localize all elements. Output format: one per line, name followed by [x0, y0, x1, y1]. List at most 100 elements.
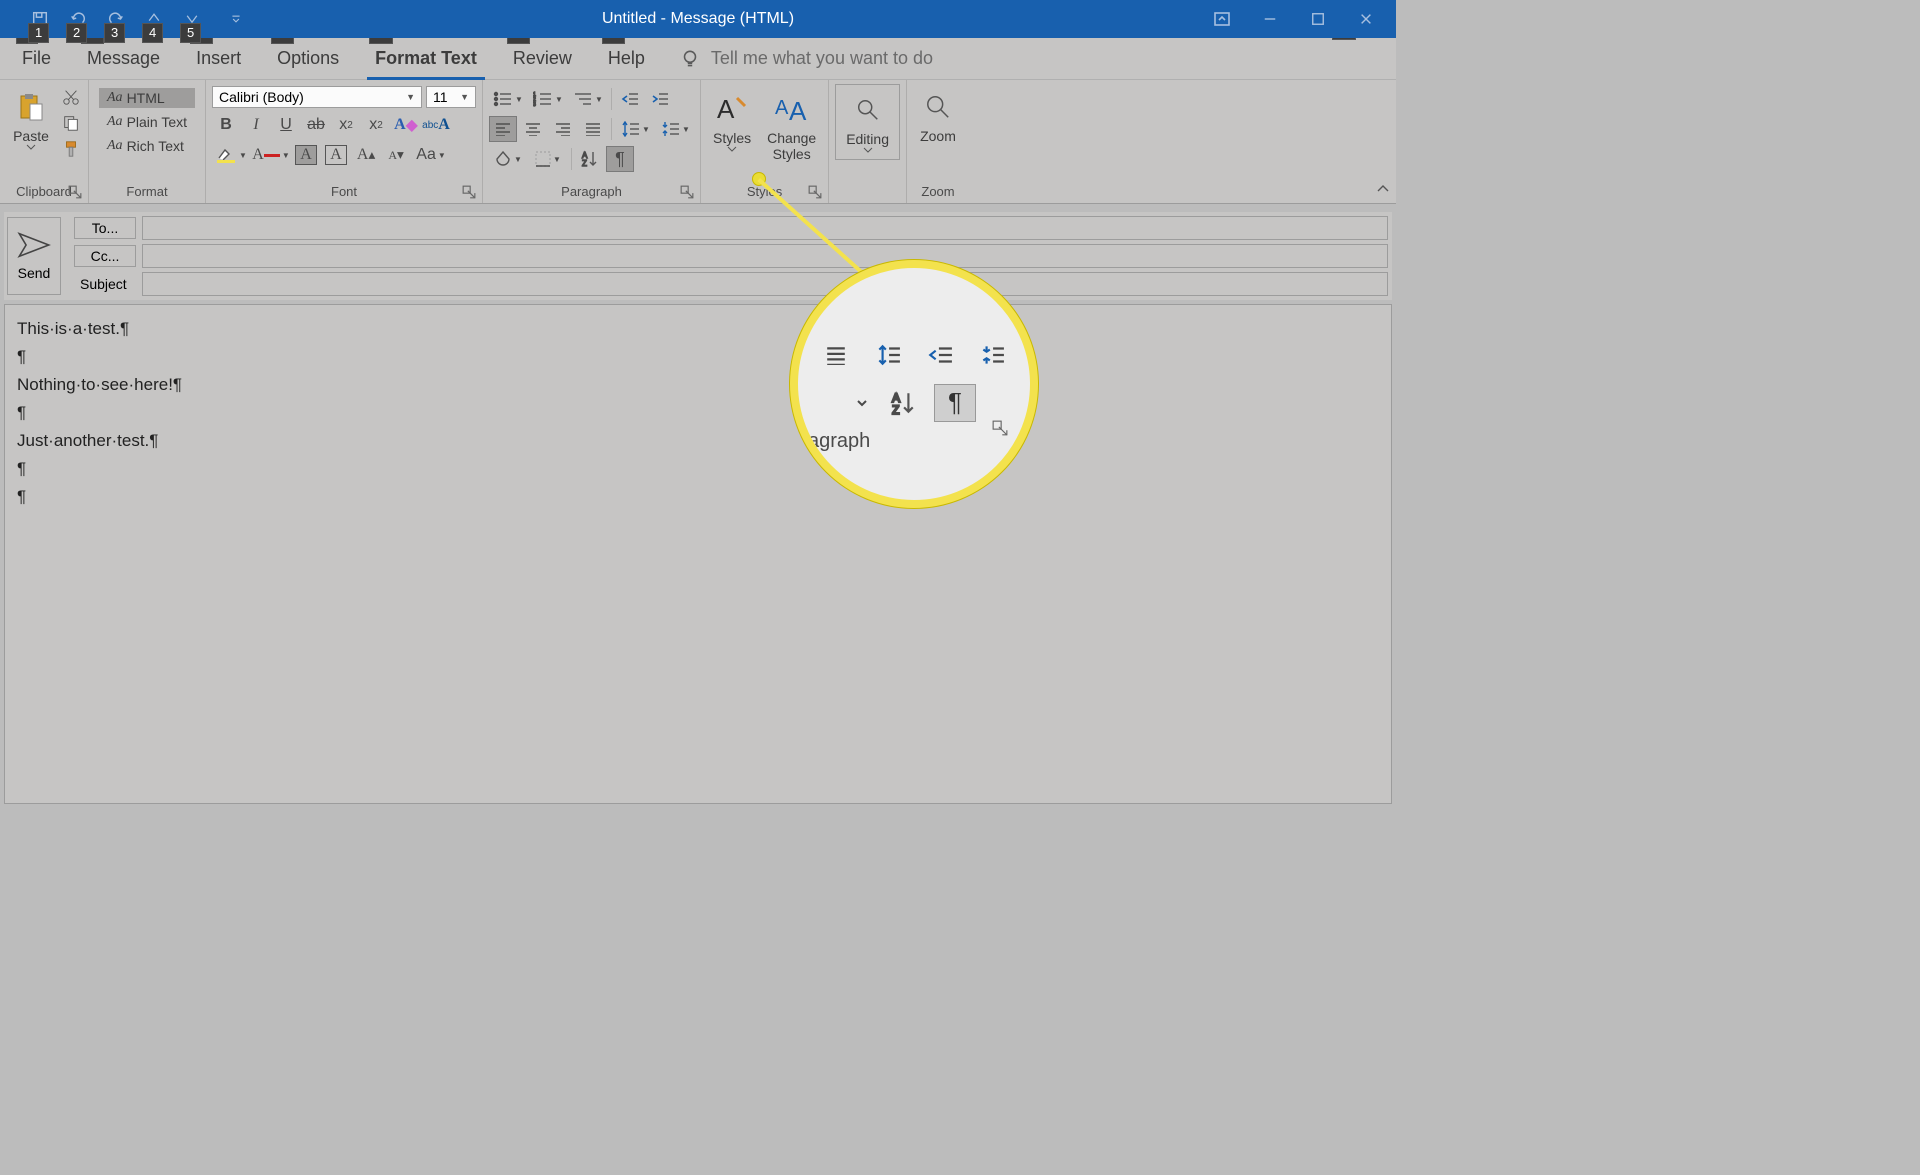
cc-button[interactable]: Cc... [74, 245, 136, 267]
body-line: ¶ [17, 343, 1379, 371]
paragraph-spacing-button[interactable]: ▼ [656, 116, 694, 142]
cut-icon[interactable] [62, 88, 82, 108]
char-border-button[interactable]: A [322, 142, 350, 168]
message-body[interactable]: This·is·a·test.¶ ¶ Nothing·to·see·here!¶… [4, 304, 1392, 804]
shortcut-key: 3 [104, 23, 125, 43]
increase-indent-button[interactable] [646, 86, 674, 112]
superscript-button[interactable]: x2 [362, 112, 390, 138]
group-font: Calibri (Body)▼ 11▼ B I U ab x2 x2 A◆ ab… [206, 80, 483, 203]
numbering-button[interactable]: 123▼ [529, 86, 567, 112]
title-bar: 1 2 3 4 5 Untitled - Message (HTML) [0, 0, 1396, 38]
body-line: This·is·a·test.¶ [17, 315, 1379, 343]
align-justify-button[interactable] [579, 116, 607, 142]
change-case-button[interactable]: Aa▼ [412, 142, 450, 168]
font-color-button[interactable]: A▼ [252, 142, 290, 168]
minimize-icon[interactable] [1260, 9, 1280, 29]
format-rich[interactable]: AaRich Text [99, 136, 195, 156]
qat-customize-icon[interactable] [224, 7, 248, 31]
svg-text:3: 3 [533, 102, 536, 107]
zoom-icon [919, 88, 957, 126]
window-controls [1212, 0, 1396, 38]
char-shading-button[interactable]: A [292, 142, 320, 168]
char-format-button[interactable]: abcA [422, 112, 450, 138]
format-painter-icon[interactable] [62, 140, 82, 160]
copy-icon[interactable] [62, 114, 82, 134]
underline-button[interactable]: U [272, 112, 300, 138]
highlight-button[interactable]: ▼ [212, 142, 250, 168]
subject-label: Subject [74, 274, 136, 294]
strikethrough-button[interactable]: ab [302, 112, 330, 138]
mag-dd-icon [852, 384, 872, 422]
undo-icon[interactable]: 2 [66, 7, 90, 31]
dialog-launcher-icon[interactable] [462, 185, 476, 199]
dialog-launcher-icon[interactable] [68, 185, 82, 199]
maximize-icon[interactable] [1308, 9, 1328, 29]
align-left-button[interactable] [489, 116, 517, 142]
tab-insert[interactable]: InsertN [194, 42, 243, 75]
font-name-combo[interactable]: Calibri (Body)▼ [212, 86, 422, 108]
tab-message[interactable]: MessageH [85, 42, 162, 75]
paste-button[interactable]: Paste [6, 84, 56, 150]
collapse-ribbon-icon[interactable] [1376, 181, 1390, 199]
chevron-down-icon [26, 144, 36, 150]
tab-format-text[interactable]: Format TextO [373, 42, 479, 75]
subject-input[interactable] [142, 272, 1388, 296]
body-line: ¶ [17, 399, 1379, 427]
previous-icon[interactable]: 4 [142, 7, 166, 31]
tab-review[interactable]: ReviewV [511, 42, 574, 75]
dialog-launcher-icon[interactable] [680, 185, 694, 199]
dialog-launcher-icon[interactable] [808, 185, 822, 199]
editing-button[interactable]: Editing [835, 84, 900, 160]
ribbon-display-icon[interactable] [1212, 9, 1232, 29]
align-center-button[interactable] [519, 116, 547, 142]
bullets-button[interactable]: ▼ [489, 86, 527, 112]
body-line: Just·another·test.¶ [17, 427, 1379, 455]
paste-icon [12, 88, 50, 126]
body-line: ¶ [17, 455, 1379, 483]
subscript-button[interactable]: x2 [332, 112, 360, 138]
grow-font-button[interactable]: A▴ [352, 142, 380, 168]
bold-button[interactable]: B [212, 112, 240, 138]
save-icon[interactable]: 1 [28, 7, 52, 31]
group-editing: Editing . [829, 80, 907, 203]
align-right-button[interactable] [549, 116, 577, 142]
sort-button[interactable]: AZ [576, 146, 604, 172]
send-button[interactable]: Send [7, 217, 61, 295]
tab-file[interactable]: FileF [20, 42, 53, 75]
shading-button[interactable]: ▼ [489, 146, 527, 172]
redo-icon[interactable]: 3 [104, 7, 128, 31]
close-icon[interactable] [1356, 9, 1376, 29]
text-effects-button[interactable]: A◆ [392, 112, 420, 138]
shortcut-key: 1 [28, 23, 49, 43]
next-icon[interactable]: 5 [180, 7, 204, 31]
send-label: Send [18, 265, 51, 281]
format-plain[interactable]: AaPlain Text [99, 112, 195, 132]
tab-help[interactable]: HelpE [606, 42, 647, 75]
to-button[interactable]: To... [74, 217, 136, 239]
mag-line-spacing-icon [867, 336, 909, 374]
cc-input[interactable] [142, 244, 1388, 268]
tell-me-label: Tell me what you want to do [711, 48, 933, 69]
line-spacing-button[interactable]: ▼ [616, 116, 654, 142]
tell-me[interactable]: Tell me what you want to do Q [679, 48, 933, 70]
multilevel-list-button[interactable]: ▼ [569, 86, 607, 112]
to-input[interactable] [142, 216, 1388, 240]
decrease-indent-button[interactable] [616, 86, 644, 112]
styles-button[interactable]: A Styles [707, 86, 757, 162]
borders-button[interactable]: ▼ [529, 146, 567, 172]
group-clipboard-label: Clipboard [16, 184, 72, 199]
format-html[interactable]: AaHTML [99, 88, 195, 108]
italic-button[interactable]: I [242, 112, 270, 138]
ribbon: Paste Clipboard AaHTML AaPlain Text AaRi… [0, 80, 1396, 204]
shrink-font-button[interactable]: A▾ [382, 142, 410, 168]
font-size-combo[interactable]: 11▼ [426, 86, 476, 108]
show-hide-marks-button[interactable]: ¶ [606, 146, 634, 172]
change-styles-button[interactable]: AA Change Styles [761, 86, 822, 162]
zoom-button[interactable]: Zoom [913, 84, 963, 144]
zoom-label: Zoom [920, 128, 956, 144]
chevron-down-icon [727, 146, 737, 152]
shortcut-key: 2 [66, 23, 87, 43]
tab-options[interactable]: OptionsP [275, 42, 341, 75]
change-styles-icon: AA [773, 90, 811, 128]
group-paragraph-label: Paragraph [561, 184, 622, 199]
